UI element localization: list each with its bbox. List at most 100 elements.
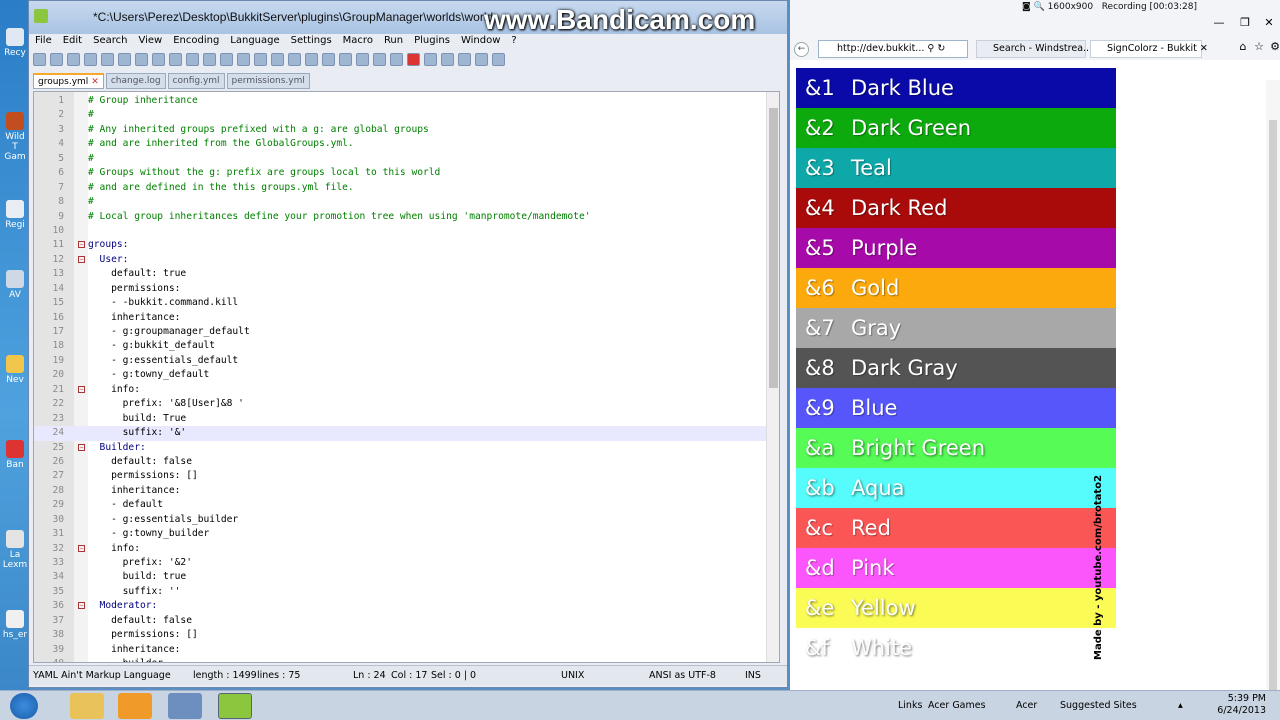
code-line[interactable]: 36 − Moderator: [34,599,769,613]
code-line[interactable]: 20 - g:towny_default [34,368,769,382]
menu-plugins[interactable]: Plugins [414,34,450,48]
acer-link[interactable]: Acer [1016,700,1037,711]
desktop-icon-wild-tangent[interactable]: Wild T Gam [2,112,28,162]
code-line[interactable]: 25 − Builder: [34,441,769,455]
code-line[interactable]: 2 # [34,108,769,122]
code-line[interactable]: 12 − User: [34,253,769,267]
restore-icon[interactable]: ❐ [1232,16,1258,30]
code-line[interactable]: 15 - -bukkit.command.kill [34,296,769,310]
code-line[interactable]: 34 build: true [34,570,769,584]
notepadpp-taskbar-icon[interactable] [218,693,252,719]
scrollbar-thumb[interactable] [769,108,778,388]
vertical-scrollbar[interactable] [766,92,779,662]
menu-run[interactable]: Run [384,34,403,48]
code-line[interactable]: 26 default: false [34,455,769,469]
open-file-icon[interactable] [50,52,63,66]
desktop-icon-recycle[interactable]: Recy [2,28,28,58]
tab-config-yml[interactable]: config.yml [167,73,225,89]
code-line[interactable]: 35 suffix: '' [34,585,769,599]
code-editor[interactable]: 1 # Group inheritance 2 #3 # Any inherited g… [33,91,780,663]
tab-permissions-yml[interactable]: permissions.yml [226,73,310,89]
desktop-icon-hs-err[interactable]: hs_er [2,610,28,640]
address-bar[interactable]: http://dev.bukkit... ⚲ ↻ [818,40,968,58]
code-area[interactable]: 1 # Group inheritance 2 #3 # Any inherited g… [34,94,769,662]
code-line[interactable]: 31 - g:towny_builder [34,527,769,541]
code-line[interactable]: 10 [34,224,769,238]
network-icon[interactable]: ▴ [1178,700,1183,711]
indent-guide-icon[interactable] [373,52,386,66]
code-line[interactable]: 30 - g:essentials_builder [34,513,769,527]
code-line[interactable]: 6 # Groups without the g: prefix are grou… [34,166,769,180]
close-tab-icon[interactable]: ✕ [1200,43,1208,54]
code-line[interactable]: 4 # and are inherited from the GlobalGrou… [34,137,769,151]
run-macro-multiple-icon[interactable] [458,52,471,66]
replace-icon[interactable] [254,52,267,66]
ie-taskbar-icon[interactable] [10,693,38,719]
tab-groups-yml[interactable]: groups.yml ✕ [33,73,104,89]
menu-file[interactable]: File [35,34,52,48]
fold-toggle-icon[interactable]: − [78,385,85,393]
menu-language[interactable]: Language [230,34,279,48]
fold-toggle-icon[interactable]: − [78,544,85,552]
links-toolbar[interactable]: Links [898,700,922,711]
desktop-icon-registration[interactable]: Regi [2,200,28,230]
fold-toggle-icon[interactable]: − [78,255,85,263]
code-line[interactable]: 38 permissions: [] [34,628,769,642]
record-macro-icon[interactable] [407,52,420,66]
code-line[interactable]: 1 # Group inheritance [34,94,769,108]
zoom-in-icon[interactable] [271,52,284,66]
code-line[interactable]: 32 − info: [34,542,769,556]
save-all-icon[interactable] [84,52,97,66]
fold-toggle-icon[interactable]: − [78,241,85,249]
code-line[interactable]: 16 inheritance: [34,311,769,325]
desktop-icon-new-folder[interactable]: Nev [2,355,28,385]
tab-change-log[interactable]: change.log [105,73,166,89]
sync-h-icon[interactable] [322,52,335,66]
explorer-taskbar-icon[interactable] [70,693,104,719]
code-line[interactable]: 21 − info: [34,383,769,397]
menu-window[interactable]: Window [461,34,500,48]
code-line[interactable]: 13 default: true [34,267,769,281]
sync-v-icon[interactable] [305,52,318,66]
clock[interactable]: 5:39 PM 6/24/2013 [1217,693,1266,717]
code-line[interactable]: 7 # and are defined in the this groups.ym… [34,181,769,195]
close-tab-icon[interactable]: ✕ [91,77,99,87]
page-scrollbar[interactable] [1266,80,1280,700]
save-macro-icon[interactable] [475,52,488,66]
suggested-sites-link[interactable]: Suggested Sites [1060,700,1137,711]
find-icon[interactable] [237,52,250,66]
code-line[interactable]: 33 prefix: '&2' [34,556,769,570]
code-line[interactable]: 27 permissions: [] [34,469,769,483]
paste-icon[interactable] [186,52,199,66]
save-icon[interactable] [67,52,80,66]
media-player-taskbar-icon[interactable] [118,693,152,719]
code-line[interactable]: 9 # Local group inheritances define your … [34,210,769,224]
code-line[interactable]: 17 - g:groupmanager_default [34,325,769,339]
close-file-icon[interactable] [101,52,114,66]
back-icon[interactable]: ← [794,42,809,57]
menu-edit[interactable]: Edit [63,34,82,48]
code-line[interactable]: 11 − groups: [34,238,769,252]
gear-icon[interactable]: ⚙ [1262,40,1280,54]
page-scrollbar-thumb[interactable] [1269,120,1277,700]
minimize-icon[interactable]: — [1206,16,1232,30]
fold-toggle-icon[interactable]: − [78,602,85,610]
close-window-icon[interactable]: ✕ [1256,16,1280,30]
menu-macro[interactable]: Macro [343,34,373,48]
close-all-icon[interactable] [118,52,131,66]
acer-games-link[interactable]: Acer Games [928,700,986,711]
code-line[interactable]: 23 build: True [34,412,769,426]
undo-icon[interactable] [203,52,216,66]
menu-settings[interactable]: Settings [291,34,332,48]
code-line[interactable]: 8 # [34,195,769,209]
fold-toggle-icon[interactable]: − [78,443,85,451]
desktop-icon-lexmark[interactable]: La Lexm [2,530,28,570]
code-line[interactable]: 24 suffix: '&' [34,426,769,441]
code-line[interactable]: 5 # [34,152,769,166]
code-line[interactable]: 29 - default [34,498,769,512]
code-line[interactable]: 28 inheritance: [34,484,769,498]
copy-icon[interactable] [169,52,182,66]
menu-search[interactable]: Search [93,34,127,48]
stop-macro-icon[interactable] [424,52,437,66]
show-all-chars-icon[interactable] [356,52,369,66]
